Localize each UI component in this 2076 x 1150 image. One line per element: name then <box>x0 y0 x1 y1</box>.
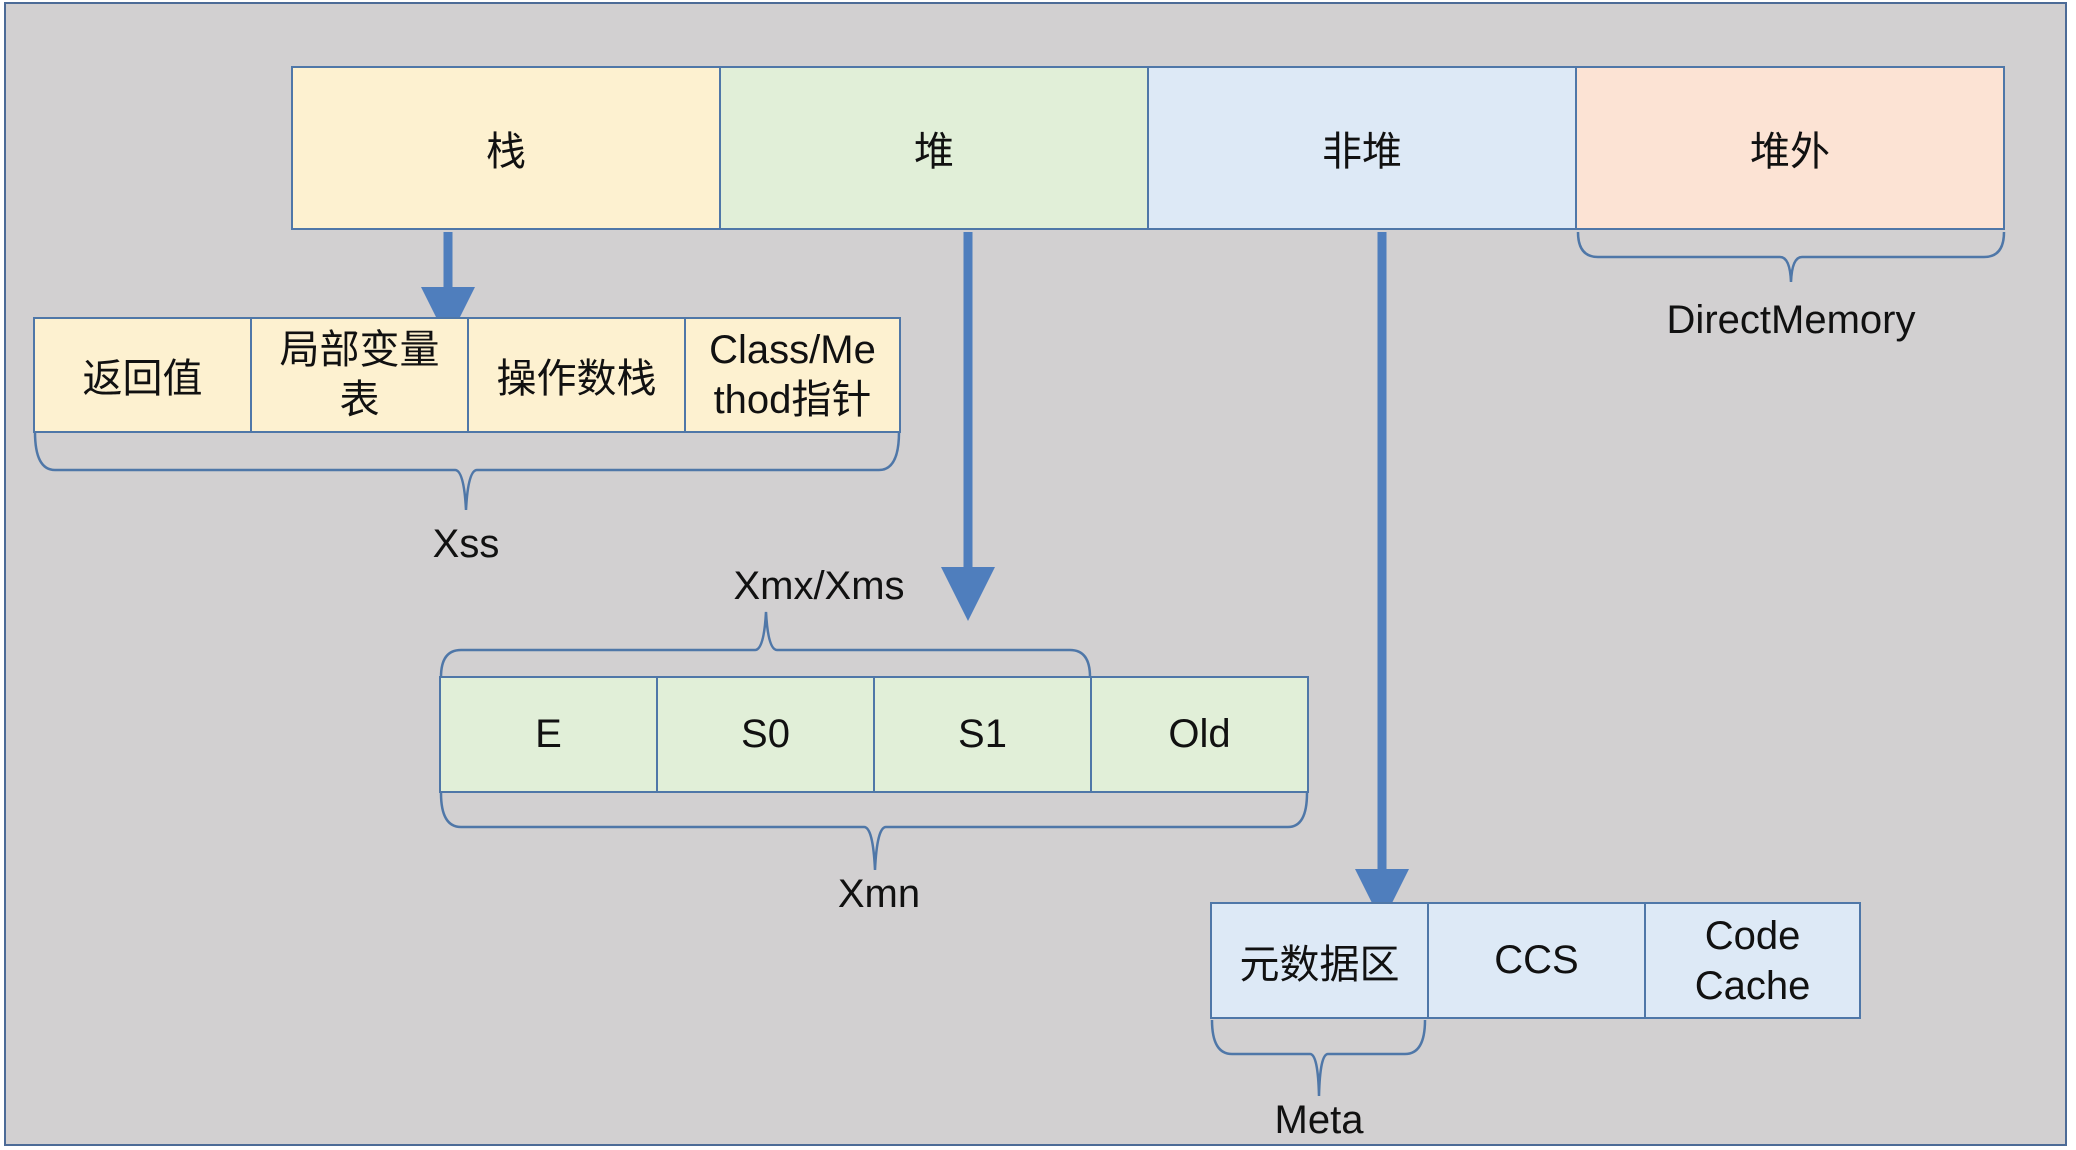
non-heap-label: 非堆 <box>1322 129 1402 175</box>
gen-s0: S0 <box>656 676 875 793</box>
brace-meta <box>1210 1019 1427 1097</box>
heap-block: 堆 <box>719 66 1149 230</box>
brace-xss <box>33 431 901 511</box>
code-cache-block: Code Cache <box>1644 902 1861 1019</box>
xss-label: Xss <box>432 522 500 566</box>
xmn-label: Xmn <box>837 872 921 916</box>
non-heap-block: 非堆 <box>1147 66 1577 230</box>
brace-xmx-xms <box>439 611 1092 678</box>
directmemory-label: DirectMemory <box>1666 298 1916 342</box>
meta-label: Meta <box>1274 1098 1364 1142</box>
ccs-block: CCS <box>1427 902 1646 1019</box>
metaspace-block: 元数据区 <box>1210 902 1429 1019</box>
xmx-xms-label: Xmx/Xms <box>733 564 905 608</box>
off-heap-label: 堆外 <box>1750 129 1830 175</box>
gen-s1: S1 <box>873 676 1092 793</box>
frame-return-value: 返回值 <box>33 317 252 433</box>
frame-operand-stack: 操作数栈 <box>467 317 686 433</box>
brace-directmemory <box>1576 231 2006 283</box>
off-heap-block: 堆外 <box>1575 66 2005 230</box>
gen-eden: E <box>439 676 658 793</box>
gen-old: Old <box>1090 676 1309 793</box>
frame-local-variables: 局部变量 表 <box>250 317 469 433</box>
stack-label: 栈 <box>486 129 526 175</box>
stack-block: 栈 <box>291 66 721 230</box>
brace-xmn <box>439 792 1309 871</box>
frame-method-pointer: Class/Me thod指针 <box>684 317 901 433</box>
heap-label: 堆 <box>914 129 954 175</box>
